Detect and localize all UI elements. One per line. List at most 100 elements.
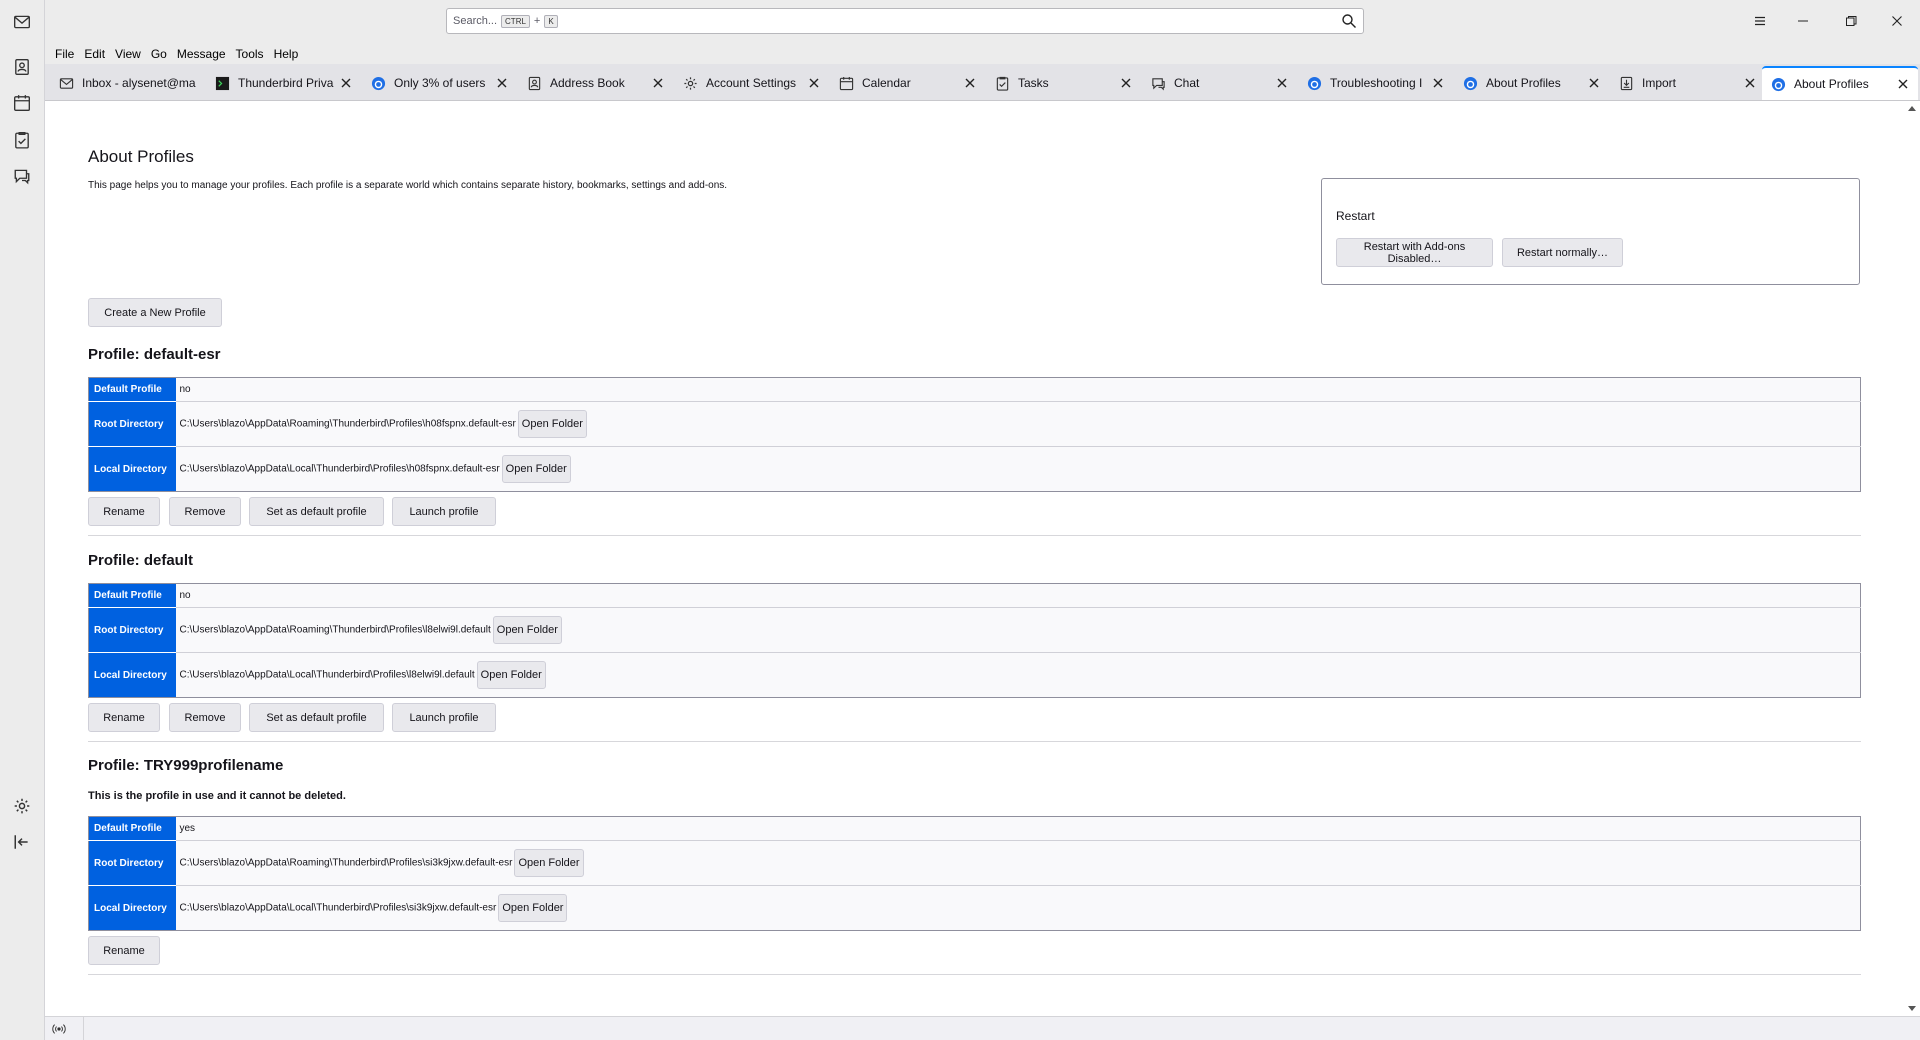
- close-tab-icon[interactable]: [649, 74, 667, 92]
- root-directory-label: Root Directory: [88, 401, 176, 447]
- address-book-space-icon[interactable]: [9, 54, 35, 80]
- tab-label: Import: [1642, 76, 1677, 90]
- calendar-space-icon[interactable]: [9, 90, 35, 116]
- menu-view[interactable]: View: [110, 47, 146, 61]
- default-profile-label: Default Profile: [88, 816, 176, 841]
- open-local-folder-button[interactable]: Open Folder: [498, 894, 568, 922]
- thunderbird-icon: [1462, 75, 1478, 91]
- set-default-profile-button[interactable]: Set as default profile: [249, 497, 384, 526]
- rename-button[interactable]: Rename: [88, 936, 160, 965]
- tab-tasks[interactable]: Tasks: [986, 68, 1141, 98]
- close-tab-icon[interactable]: [1585, 74, 1603, 92]
- create-new-profile-button[interactable]: Create a New Profile: [88, 298, 222, 327]
- divider: [88, 535, 1861, 536]
- open-local-folder-button[interactable]: Open Folder: [476, 661, 546, 689]
- close-tab-icon[interactable]: [1273, 74, 1291, 92]
- local-directory-label: Local Directory: [88, 652, 176, 698]
- chat-space-icon[interactable]: [9, 163, 35, 189]
- scroll-up-arrow-icon[interactable]: [1908, 106, 1916, 111]
- menu-tools[interactable]: Tools: [231, 47, 269, 61]
- close-tab-icon[interactable]: [961, 74, 979, 92]
- close-tab-icon[interactable]: [1117, 74, 1135, 92]
- local-directory-label: Local Directory: [88, 446, 176, 492]
- thunderbird-icon: [370, 75, 386, 91]
- tab-address-book[interactable]: Address Book: [518, 68, 673, 98]
- tab-chat[interactable]: Chat: [1142, 68, 1297, 98]
- online-status-icon[interactable]: [51, 1021, 67, 1037]
- close-tab-icon[interactable]: [1741, 74, 1759, 92]
- tab-label: Chat: [1174, 76, 1200, 90]
- menu-file[interactable]: File: [50, 47, 79, 61]
- tab-label: Address Book: [550, 76, 625, 90]
- thunderbird-icon: [1306, 75, 1322, 91]
- menu-message[interactable]: Message: [172, 47, 231, 61]
- title-bar: Search... CTRL + K: [45, 0, 1920, 43]
- search-input[interactable]: Search... CTRL + K: [446, 8, 1364, 34]
- settings-gear-icon[interactable]: [9, 793, 35, 819]
- default-profile-value: no: [175, 377, 1861, 402]
- tasks-space-icon[interactable]: [9, 127, 35, 153]
- open-root-folder-button[interactable]: Open Folder: [517, 410, 587, 438]
- profile-table: Default Profile no Root Directory C:\Users…: [88, 377, 1861, 492]
- tab-thunderbird-privacy[interactable]: Thunderbird Priva: [206, 68, 361, 98]
- menu-help[interactable]: Help: [269, 47, 304, 61]
- shortcut-plus: +: [533, 15, 541, 27]
- tab-about-profiles-active[interactable]: About Profiles: [1762, 66, 1918, 100]
- close-window-icon[interactable]: [1882, 9, 1912, 33]
- close-tab-icon[interactable]: [337, 74, 355, 92]
- root-directory-path: C:\Users\blazo\AppData\Roaming\Thunderbi…: [179, 624, 491, 636]
- open-local-folder-button[interactable]: Open Folder: [501, 455, 571, 483]
- tab-troubleshooting[interactable]: Troubleshooting I: [1298, 68, 1453, 98]
- remove-button[interactable]: Remove: [169, 497, 241, 526]
- tab-import[interactable]: Import: [1610, 68, 1765, 98]
- tab-label: Tasks: [1018, 76, 1049, 90]
- tab-calendar[interactable]: Calendar: [830, 68, 985, 98]
- rename-button[interactable]: Rename: [88, 703, 160, 732]
- vertical-scrollbar[interactable]: [1903, 101, 1920, 1016]
- hamburger-menu-icon[interactable]: [1745, 9, 1775, 33]
- collapse-toolbar-icon[interactable]: [9, 829, 35, 855]
- root-directory-path: C:\Users\blazo\AppData\Roaming\Thunderbi…: [179, 418, 516, 430]
- launch-profile-button[interactable]: Launch profile: [392, 703, 496, 732]
- divider: [88, 974, 1861, 975]
- local-directory-path: C:\Users\blazo\AppData\Local\Thunderbird…: [179, 463, 500, 475]
- tab-only-3-percent[interactable]: Only 3% of users: [362, 68, 517, 98]
- close-tab-icon[interactable]: [1429, 74, 1447, 92]
- page-title: About Profiles: [88, 147, 194, 166]
- close-tab-icon[interactable]: [1894, 75, 1912, 93]
- launch-profile-button[interactable]: Launch profile: [392, 497, 496, 526]
- menu-edit[interactable]: Edit: [79, 47, 110, 61]
- terminal-icon: [214, 75, 230, 91]
- mail-space-icon[interactable]: [9, 9, 35, 35]
- open-root-folder-button[interactable]: Open Folder: [492, 616, 562, 644]
- remove-button[interactable]: Remove: [169, 703, 241, 732]
- set-default-profile-button[interactable]: Set as default profile: [249, 703, 384, 732]
- tab-label: Calendar: [862, 76, 911, 90]
- restart-normally-button[interactable]: Restart normally…: [1502, 238, 1623, 267]
- gear-icon: [682, 75, 698, 91]
- shortcut-ctrl: CTRL: [501, 14, 530, 28]
- profile-heading: Profile: default: [88, 552, 194, 569]
- restart-addons-disabled-button[interactable]: Restart with Add-ons Disabled…: [1336, 238, 1493, 267]
- minimize-icon[interactable]: [1788, 9, 1818, 33]
- menu-go[interactable]: Go: [146, 47, 172, 61]
- rename-button[interactable]: Rename: [88, 497, 160, 526]
- root-directory-label: Root Directory: [88, 607, 176, 653]
- scroll-down-arrow-icon[interactable]: [1908, 1006, 1916, 1011]
- shortcut-key: K: [544, 14, 558, 28]
- restore-icon[interactable]: [1836, 9, 1866, 33]
- tab-inbox[interactable]: Inbox - alysenet@ma: [50, 68, 205, 98]
- restart-title: Restart: [1336, 209, 1375, 223]
- close-tab-icon[interactable]: [493, 74, 511, 92]
- open-root-folder-button[interactable]: Open Folder: [514, 849, 584, 877]
- root-directory-path: C:\Users\blazo\AppData\Roaming\Thunderbi…: [179, 857, 513, 869]
- menu-bar: File Edit View Go Message Tools Help: [45, 43, 1920, 64]
- restart-box: Restart Restart with Add-ons Disabled… R…: [1321, 178, 1860, 285]
- tab-label: Thunderbird Priva: [238, 76, 334, 90]
- tab-about-profiles-1[interactable]: About Profiles: [1454, 68, 1609, 98]
- default-profile-value: yes: [175, 816, 1861, 841]
- about-profiles-page: About Profiles This page helps you to ma…: [45, 101, 1903, 1016]
- close-tab-icon[interactable]: [805, 74, 823, 92]
- tab-account-settings[interactable]: Account Settings: [674, 68, 829, 98]
- search-icon[interactable]: [1341, 13, 1357, 29]
